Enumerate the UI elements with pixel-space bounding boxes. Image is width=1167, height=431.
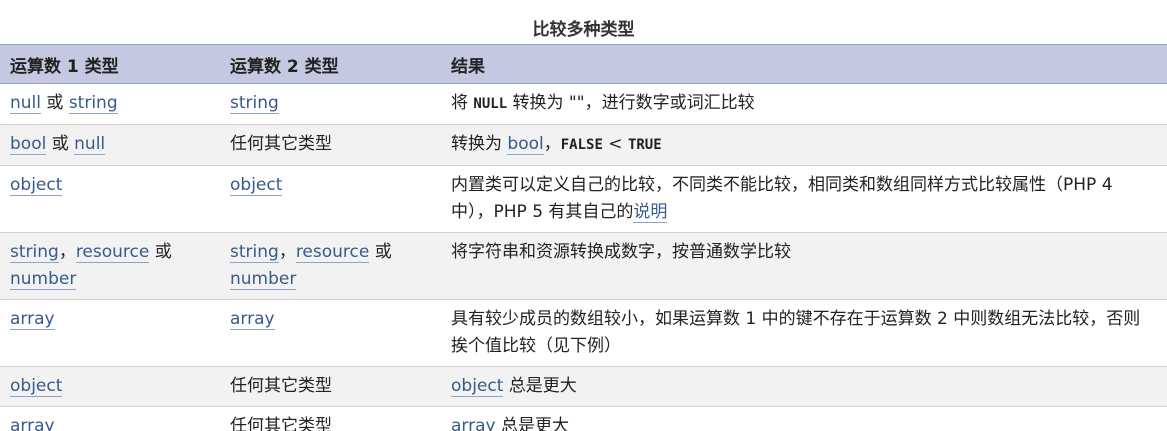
operand1-cell: object — [0, 366, 220, 407]
type-link[interactable]: bool — [10, 134, 47, 155]
type-link[interactable]: object — [230, 175, 283, 196]
table-row: string，resource 或 number string，resource… — [0, 232, 1167, 300]
type-text: 任何其它类型 — [230, 376, 332, 396]
result-cell: 内置类可以定义自己的比较，不同类不能比较，相同类和数组同样方式比较属性（PHP … — [441, 165, 1167, 233]
type-text: 任何其它类型 — [230, 416, 332, 431]
result-cell: array 总是更大 — [441, 406, 1167, 431]
table-row: array 任何其它类型 array 总是更大 — [0, 406, 1167, 431]
operand2-cell: object — [220, 165, 441, 233]
result-cell: 将 NULL 转换为 ""，进行数字或词汇比较 — [441, 83, 1167, 125]
type-link[interactable]: number — [230, 269, 297, 290]
type-comparison-table: 运算数 1 类型 运算数 2 类型 结果 null 或 string strin… — [0, 44, 1167, 431]
type-link[interactable]: string — [230, 242, 279, 263]
operand2-cell: 任何其它类型 — [220, 366, 441, 407]
separator-text: 或 — [46, 134, 75, 154]
operand2-cell: 任何其它类型 — [220, 124, 441, 166]
type-link[interactable]: null — [10, 93, 41, 114]
result-text: ， — [543, 134, 561, 154]
type-link[interactable]: array — [230, 309, 275, 330]
type-link[interactable]: null — [74, 134, 106, 155]
type-link[interactable]: bool — [507, 134, 544, 155]
type-link[interactable]: object — [10, 175, 63, 196]
result-cell: 转换为 bool，FALSE < TRUE — [441, 124, 1167, 166]
explanation-link[interactable]: 说明 — [633, 202, 668, 223]
table-row: array array 具有较少成员的数组较小，如果运算数 1 中的键不存在于运… — [0, 299, 1167, 367]
header-result: 结果 — [441, 44, 1167, 84]
type-text: 任何其它类型 — [230, 134, 332, 154]
type-link[interactable]: object — [451, 376, 504, 397]
result-text: 具有较少成员的数组较小，如果运算数 1 中的键不存在于运算数 2 中则数组无法比… — [451, 309, 1141, 356]
type-link[interactable]: resource — [75, 242, 150, 263]
type-link[interactable]: number — [10, 269, 77, 290]
keyword-code: NULL — [473, 96, 508, 112]
type-link[interactable]: string — [10, 242, 59, 263]
operand2-cell: string — [220, 83, 441, 125]
separator-text: 或 — [41, 93, 69, 113]
type-link[interactable]: array — [10, 309, 55, 330]
operand1-cell: array — [0, 406, 220, 431]
keyword-code: TRUE — [627, 137, 662, 153]
type-link[interactable]: object — [10, 376, 63, 397]
separator-text: 或 — [149, 242, 172, 262]
operand1-cell: array — [0, 299, 220, 367]
separator-text: ， — [278, 242, 296, 262]
separator-text: 或 — [369, 242, 392, 262]
operand1-cell: object — [0, 165, 220, 233]
result-cell: 将字符串和资源转换成数字，按普通数学比较 — [441, 232, 1167, 300]
table-row: object 任何其它类型 object 总是更大 — [0, 366, 1167, 407]
result-text: 总是更大 — [503, 376, 577, 396]
operand2-cell: array — [220, 299, 441, 367]
table-row: object object 内置类可以定义自己的比较，不同类不能比较，相同类和数… — [0, 165, 1167, 233]
header-operand2-type: 运算数 2 类型 — [220, 44, 441, 84]
result-text: 转换为 — [451, 134, 508, 154]
operand2-cell: 任何其它类型 — [220, 406, 441, 431]
operand2-cell: string，resource 或 number — [220, 232, 441, 300]
type-link[interactable]: resource — [295, 242, 370, 263]
table-row: null 或 string string 将 NULL 转换为 ""，进行数字或… — [0, 83, 1167, 125]
type-link[interactable]: string — [68, 93, 118, 114]
result-text: 总是更大 — [495, 416, 569, 431]
keyword-code: FALSE — [560, 137, 603, 153]
header-row: 运算数 1 类型 运算数 2 类型 结果 — [0, 44, 1167, 84]
type-link[interactable]: array — [451, 416, 496, 431]
separator-text: ， — [58, 242, 76, 262]
operand1-cell: null 或 string — [0, 83, 220, 125]
result-cell: 具有较少成员的数组较小，如果运算数 1 中的键不存在于运算数 2 中则数组无法比… — [441, 299, 1167, 367]
result-text: 将 — [451, 93, 474, 113]
result-text: < — [602, 134, 628, 154]
table-caption: 比较多种类型 — [532, 20, 635, 40]
type-link[interactable]: string — [230, 93, 279, 114]
table-row: bool 或 null 任何其它类型 转换为 bool，FALSE < TRUE — [0, 124, 1167, 166]
operand1-cell: bool 或 null — [0, 124, 220, 166]
result-text: 转换为 ""，进行数字或词汇比较 — [507, 93, 755, 113]
operand1-cell: string，resource 或 number — [0, 232, 220, 300]
result-cell: object 总是更大 — [441, 366, 1167, 407]
type-link[interactable]: array — [10, 416, 55, 431]
header-operand1-type: 运算数 1 类型 — [0, 44, 220, 84]
result-text: 内置类可以定义自己的比较，不同类不能比较，相同类和数组同样方式比较属性（PHP … — [451, 175, 1113, 222]
result-text: 将字符串和资源转换成数字，按普通数学比较 — [451, 242, 791, 262]
